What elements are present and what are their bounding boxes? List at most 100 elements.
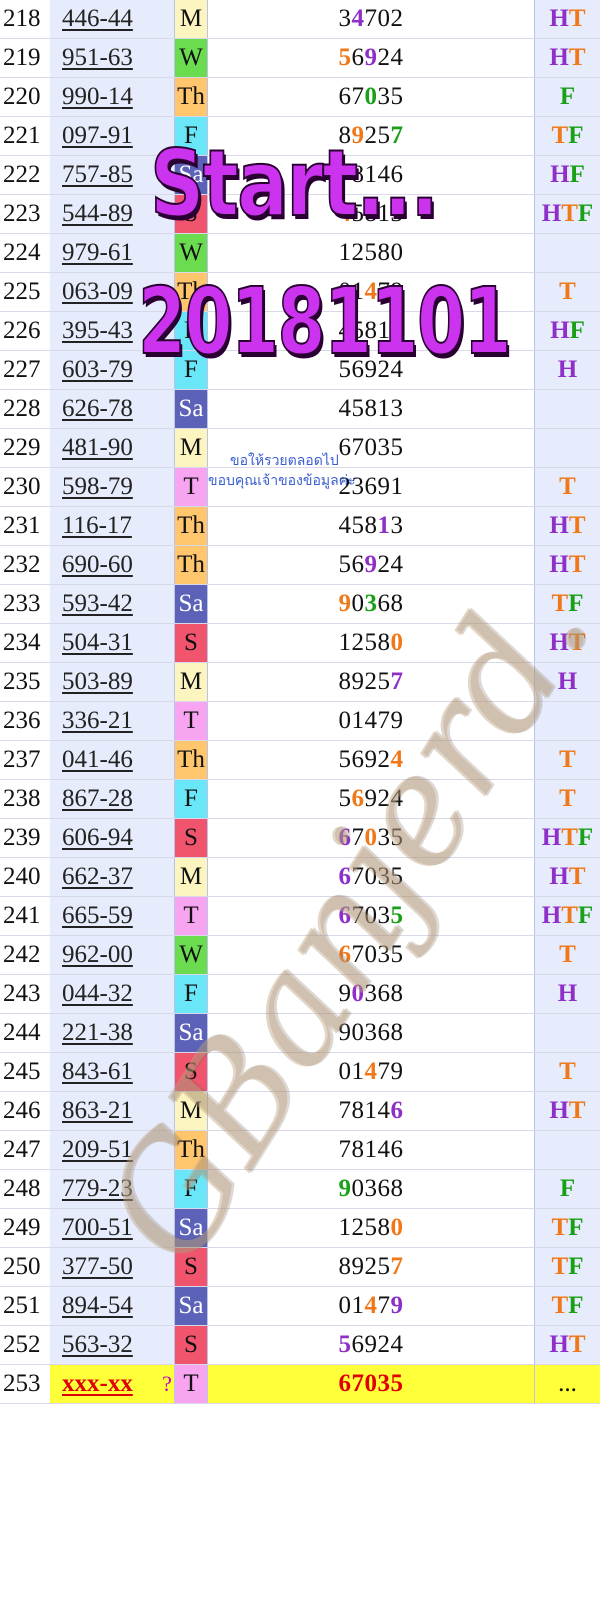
code-link[interactable]: 894-54	[62, 1287, 133, 1325]
code-link[interactable]: 662-37	[62, 858, 133, 896]
row-number: 253	[0, 1365, 50, 1403]
mark-cell	[160, 0, 174, 38]
result-cell: HF	[534, 156, 600, 194]
row-number: 233	[0, 585, 50, 623]
code-link[interactable]: 626-78	[62, 390, 133, 428]
day-cell: Th	[174, 546, 208, 584]
digit: 8	[377, 629, 391, 656]
digit: 6	[338, 83, 352, 110]
digit: 7	[390, 668, 404, 695]
row-number: 222	[0, 156, 50, 194]
digit: 0	[351, 1175, 365, 1202]
digit: 9	[338, 980, 352, 1007]
code-link[interactable]: 863-21	[62, 1092, 133, 1130]
code-link[interactable]: 951-63	[62, 39, 133, 77]
code-link[interactable]: 779-23	[62, 1170, 133, 1208]
table-row: 246 863-21 M 78146 HT	[0, 1092, 600, 1131]
result-letters: H	[557, 980, 578, 1007]
code-link[interactable]: 481-90	[62, 429, 133, 467]
code-link[interactable]: 395-43	[62, 312, 133, 350]
result-letter: ...	[558, 1370, 577, 1397]
code-link[interactable]: 979-61	[62, 234, 133, 272]
row-number: 228	[0, 390, 50, 428]
digit: 0	[364, 902, 378, 929]
row-number: 234	[0, 624, 50, 662]
code-link[interactable]: 598-79	[62, 468, 133, 506]
table-row: 242 962-00 W 67035 T	[0, 936, 600, 975]
digit: 1	[351, 1058, 365, 1085]
digit: 4	[377, 1136, 391, 1163]
row-number: 223	[0, 195, 50, 233]
row-number: 226	[0, 312, 50, 350]
code-link[interactable]: 097-91	[62, 117, 133, 155]
table-row: 233 593-42 Sa 90368 TF	[0, 585, 600, 624]
row-number: 224	[0, 234, 50, 272]
code-cell: 867-28	[50, 780, 160, 818]
code-link[interactable]: 209-51	[62, 1131, 133, 1169]
digit: 4	[390, 1331, 404, 1358]
result-letters: TF	[551, 1214, 584, 1241]
code-link[interactable]: 757-85	[62, 156, 133, 194]
code-link[interactable]: xxx-xx	[62, 1365, 133, 1403]
day-cell: Sa	[174, 1209, 208, 1247]
table-row: 253 xxx-xx? T 67035...	[0, 1365, 600, 1404]
result-letters: HTF	[541, 824, 594, 851]
result-cell: HT	[534, 624, 600, 662]
code-link[interactable]: 700-51	[62, 1209, 133, 1247]
mark-cell	[160, 546, 174, 584]
day-cell: Sa	[174, 1014, 208, 1052]
day-cell: T	[174, 897, 208, 935]
mark-cell	[160, 1209, 174, 1247]
mark-cell	[160, 39, 174, 77]
code-link[interactable]: 504-31	[62, 624, 133, 662]
digit: 9	[338, 590, 352, 617]
code-link[interactable]: 603-79	[62, 351, 133, 389]
code-link[interactable]: 867-28	[62, 780, 133, 818]
digit: 5	[390, 824, 404, 851]
code-link[interactable]: 593-42	[62, 585, 133, 623]
result-letters: HT	[549, 863, 586, 890]
digit: 7	[351, 941, 365, 968]
digits-cell: 56924	[208, 741, 534, 779]
code-link[interactable]: 563-32	[62, 1326, 133, 1364]
code-link[interactable]: 990-14	[62, 78, 133, 116]
code-link[interactable]: 606-94	[62, 819, 133, 857]
code-link[interactable]: 336-21	[62, 702, 133, 740]
code-link[interactable]: 041-46	[62, 741, 133, 779]
table-row: 245 843-61 S 01479 T	[0, 1053, 600, 1092]
digit: 8	[377, 1214, 391, 1241]
code-link[interactable]: 690-60	[62, 546, 133, 584]
mark-cell	[160, 1170, 174, 1208]
digit: 2	[377, 44, 391, 71]
day-cell: S	[174, 819, 208, 857]
code-link[interactable]: 377-50	[62, 1248, 133, 1286]
code-link[interactable]: 843-61	[62, 1053, 133, 1091]
code-link[interactable]: 044-32	[62, 975, 133, 1013]
code-link[interactable]: 544-89	[62, 195, 133, 233]
digit: 6	[338, 863, 352, 890]
table-row: 220 990-14 Th 67035 F	[0, 78, 600, 117]
digits-cell: 78146	[208, 1092, 534, 1130]
digit: 5	[390, 434, 404, 461]
mark-cell	[160, 1131, 174, 1169]
code-link[interactable]: 221-38	[62, 1014, 133, 1052]
code-link[interactable]: 446-44	[62, 0, 133, 38]
code-link[interactable]: 962-00	[62, 936, 133, 974]
digit: 2	[377, 746, 391, 773]
row-number: 249	[0, 1209, 50, 1247]
mark-cell	[160, 936, 174, 974]
code-link[interactable]: 665-59	[62, 897, 133, 935]
digits-cell: 67035	[208, 897, 534, 935]
code-cell: 097-91	[50, 117, 160, 155]
result-letters: F	[559, 1175, 576, 1202]
digit: 7	[351, 83, 365, 110]
code-link[interactable]: 063-09	[62, 273, 133, 311]
digit: 4	[390, 746, 404, 773]
code-link[interactable]: 503-89	[62, 663, 133, 701]
day-cell: S	[174, 1053, 208, 1091]
code-link[interactable]: 116-17	[62, 507, 132, 545]
digit: 6	[351, 44, 365, 71]
digit: 2	[377, 1331, 391, 1358]
day-cell: M	[174, 1092, 208, 1130]
digits-cell: 01479	[208, 1287, 534, 1325]
